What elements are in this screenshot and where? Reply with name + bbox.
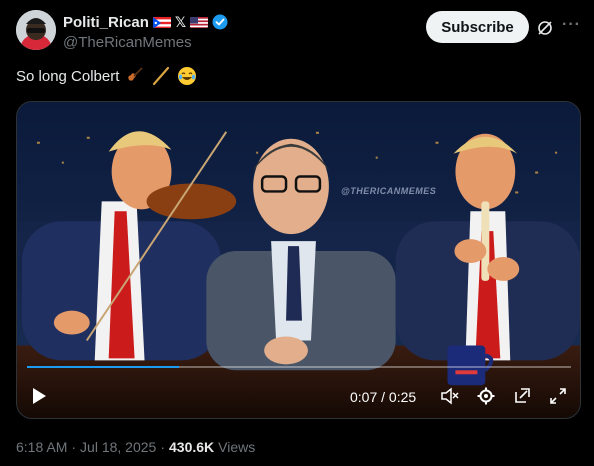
views-count[interactable]: 430.6K: [169, 439, 214, 455]
display-name[interactable]: Politi_Rican: [63, 14, 149, 31]
meta-separator: ·: [160, 439, 166, 455]
tweet-body: So long Colbert: [16, 67, 120, 85]
x-logo-icon: 𝕏: [174, 13, 187, 30]
post-date[interactable]: Jul 18, 2025: [80, 439, 156, 455]
post-header: Politi_Rican 𝕏 @TheRicanMemes Subscribe …: [16, 10, 582, 54]
violin-bow-emoji: [153, 66, 170, 86]
video-watermark: @THERICANMEMES: [341, 186, 437, 196]
tweet-text: So long Colbert: [16, 66, 197, 86]
violin-emoji: [128, 67, 143, 81]
post-meta: 6:18 AM · Jul 18, 2025 · 430.6K Views: [16, 439, 255, 455]
grok-icon[interactable]: [536, 19, 554, 37]
us-flag-icon: [190, 16, 209, 28]
play-icon[interactable]: [29, 386, 49, 406]
mute-icon[interactable]: [440, 386, 460, 406]
subscribe-button[interactable]: Subscribe: [426, 11, 529, 43]
settings-gear-icon[interactable]: [476, 386, 496, 406]
video-progress-bar[interactable]: [27, 366, 571, 368]
verified-badge-icon: [212, 14, 228, 30]
video-player[interactable]: @THERICANMEMES 0:07 / 0:25: [16, 101, 581, 419]
fullscreen-icon[interactable]: [548, 386, 568, 406]
post-time[interactable]: 6:18 AM: [16, 439, 67, 455]
views-label: Views: [218, 439, 256, 455]
picture-in-picture-icon[interactable]: [512, 386, 532, 406]
video-progress-fill: [27, 366, 180, 368]
avatar[interactable]: [16, 10, 56, 50]
author-handle[interactable]: @TheRicanMemes: [63, 34, 228, 51]
author-names: Politi_Rican 𝕏 @TheRicanMemes: [63, 13, 228, 51]
meta-separator: ·: [71, 439, 77, 455]
video-controls: 0:07 / 0:25: [17, 382, 580, 412]
pr-flag-icon: [152, 16, 171, 28]
more-options-icon[interactable]: ···: [562, 16, 581, 34]
video-time: 0:07 / 0:25: [350, 389, 417, 405]
video-frame: [17, 102, 580, 418]
laughing-tears-emoji: [178, 67, 197, 85]
